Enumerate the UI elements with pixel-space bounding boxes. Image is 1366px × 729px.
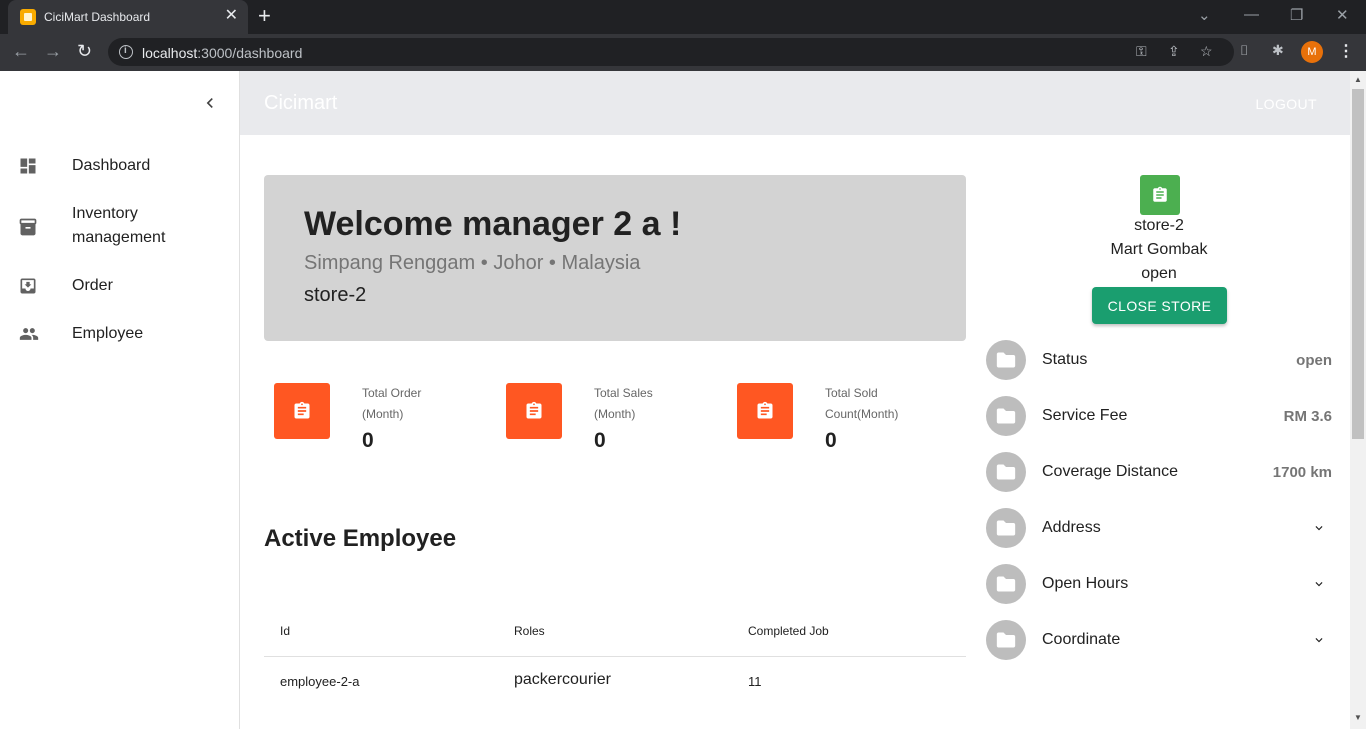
stat-value: 0 [594,429,606,452]
key-icon[interactable]: ⚿ [1136,43,1147,60]
favicon-icon [20,9,36,25]
folder-icon [986,620,1026,660]
share-icon[interactable]: ⇪ [1168,43,1180,60]
page-scrollbar[interactable]: ▲ ▼ [1350,71,1366,729]
browser-toolbar: ← → ↻ localhost:3000/dashboard ⚿ ⇪ ☆ ⌷ ✱… [0,34,1366,71]
sidebar-item-label: Dashboard [72,157,151,174]
info-value: 1700 km [1272,464,1332,481]
sidebar: Dashboard Inventory management Order Emp… [0,71,240,729]
info-row-address[interactable]: Address [986,508,1332,548]
new-tab-icon[interactable]: + [258,5,271,27]
info-label: Status [1042,351,1088,368]
scroll-thumb[interactable] [1352,89,1364,439]
browser-tab[interactable]: CiciMart Dashboard ✕ [8,0,248,34]
store-name: Mart Gombak [1110,241,1208,258]
window-close-icon[interactable]: ✕ [1336,6,1349,24]
app-bar: Cicimart LOGOUT [240,71,1350,135]
logout-button[interactable]: LOGOUT [1255,96,1317,112]
scroll-down-icon[interactable]: ▼ [1354,713,1362,722]
info-value: RM 3.6 [1283,408,1332,425]
clipboard-icon [506,383,562,439]
table-row[interactable]: employee-2-a packercourier 11 [264,657,966,707]
info-label: Address [1042,519,1101,536]
tab-search-icon[interactable]: ⌄ [1198,6,1211,24]
archive-icon [18,217,38,237]
sidebar-item-inventory[interactable]: Inventory management [0,202,239,254]
store-clipboard-icon [1140,175,1180,215]
forward-icon[interactable]: → [44,41,62,61]
url-text[interactable]: localhost:3000/dashboard [142,45,302,61]
site-info-icon[interactable] [119,45,133,59]
folder-icon [986,396,1026,436]
info-row-coordinate[interactable]: Coordinate [986,620,1332,660]
tab-title: CiciMart Dashboard [44,10,151,24]
address-bar[interactable]: localhost:3000/dashboard ⚿ ⇪ ☆ [108,38,1234,66]
column-header-roles[interactable]: Roles [514,624,545,638]
back-icon[interactable]: ← [12,41,30,61]
table-header-row: Id Roles Completed Job [264,610,966,657]
sidebar-item-label: Order [72,277,113,294]
expand-chevron-icon[interactable] [1312,521,1326,540]
clipboard-icon [737,383,793,439]
expand-chevron-icon[interactable] [1312,577,1326,596]
close-tab-icon[interactable]: ✕ [225,8,238,24]
active-employee-title: Active Employee [264,525,457,552]
sidebar-item-label: Employee [72,325,144,342]
folder-icon [986,564,1026,604]
stat-total-sales: Total Sales (Month) 0 [506,383,706,463]
close-store-button[interactable]: CLOSE STORE [1092,287,1227,324]
stat-label: Total Order (Month) [362,386,422,421]
cell-completed-job: 11 [748,674,762,689]
info-label: Open Hours [1042,575,1129,592]
sidebar-item-employee[interactable]: Employee [0,322,239,350]
browser-menu-icon[interactable]: ⋮ [1338,41,1354,61]
info-label: Coordinate [1042,631,1121,648]
sidebar-item-dashboard[interactable]: Dashboard [0,154,239,182]
restore-icon[interactable]: ❐ [1290,6,1303,24]
people-icon [18,324,39,344]
reload-icon[interactable]: ↻ [77,41,92,61]
info-row-coverage-distance: Coverage Distance 1700 km [986,452,1332,492]
bookmark-star-icon[interactable]: ☆ [1200,43,1213,60]
extensions-puzzle-icon[interactable]: ✱ [1272,42,1284,59]
welcome-location: Simpang Renggam • Johor • Malaysia [304,252,641,274]
cell-id: employee-2-a [280,674,360,689]
stat-value: 0 [362,429,374,452]
welcome-store: store-2 [304,284,367,306]
dashboard-icon [18,156,38,176]
chevron-left-icon[interactable] [200,93,220,113]
stat-total-order: Total Order (Month) 0 [274,383,474,463]
info-row-open-hours[interactable]: Open Hours [986,564,1332,604]
info-row-service-fee: Service Fee RM 3.6 [986,396,1332,436]
stat-total-sold-count: Total Sold Count(Month) 0 [737,383,937,463]
folder-icon [986,340,1026,380]
sidebar-item-label: Inventory management [72,205,166,246]
stat-label: Total Sold Count(Month) [825,386,899,421]
store-id: store-2 [1134,217,1184,234]
cell-roles: packercourier [514,671,611,688]
welcome-title: Welcome manager 2 a ! [304,205,682,243]
info-value: open [1296,352,1332,369]
folder-icon [986,508,1026,548]
column-header-id[interactable]: Id [280,624,290,638]
store-status: open [1141,265,1177,282]
stat-value: 0 [825,429,837,452]
minimize-icon[interactable]: — [1244,6,1259,23]
info-label: Service Fee [1042,407,1128,424]
stat-label: Total Sales (Month) [594,386,653,421]
folder-icon [986,452,1026,492]
sidebar-item-order[interactable]: Order [0,274,239,302]
welcome-card: Welcome manager 2 a ! Simpang Renggam • … [264,175,966,341]
clipboard-icon [274,383,330,439]
column-header-completed-job[interactable]: Completed Job [748,624,829,638]
profile-avatar[interactable]: M [1301,41,1323,63]
scroll-up-icon[interactable]: ▲ [1354,75,1362,84]
inbox-icon [18,276,38,296]
expand-chevron-icon[interactable] [1312,633,1326,652]
extension-c-icon[interactable]: ⌷ [1240,42,1248,59]
info-row-status: Status open [986,340,1332,380]
brand-title: Cicimart [264,92,338,114]
browser-tabstrip: CiciMart Dashboard ✕ + ⌄ — ❐ ✕ [0,0,1366,34]
info-label: Coverage Distance [1042,463,1179,480]
